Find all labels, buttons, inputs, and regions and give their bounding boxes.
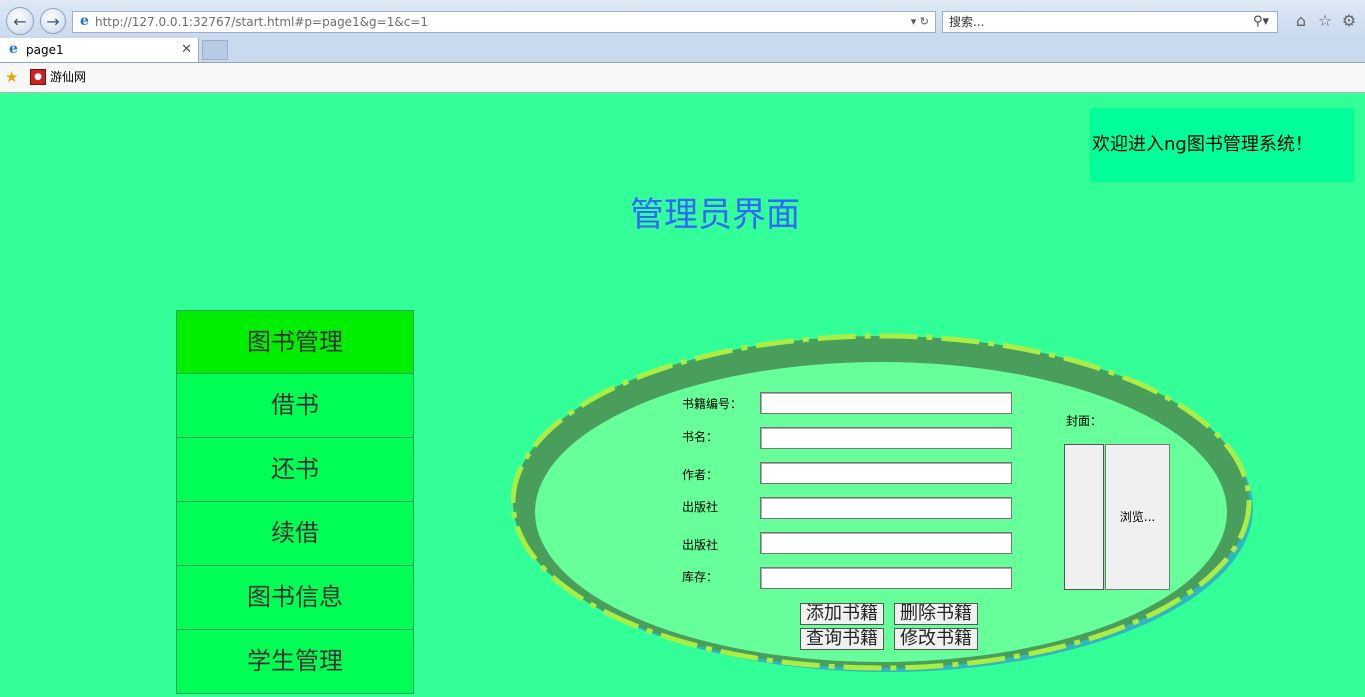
cover-preview <box>1064 444 1104 590</box>
sidebar-item-return[interactable]: 还书 <box>176 438 414 502</box>
arrow-right-icon: → <box>46 11 60 31</box>
sidebar-item-book-info[interactable]: 图书信息 <box>176 566 414 630</box>
search-icon[interactable]: ⚲▾ <box>1253 12 1269 32</box>
home-icon[interactable]: ⌂ <box>1292 12 1310 30</box>
favorites-bar: ★ ● 游仙网 <box>0 63 1365 93</box>
address-bar[interactable]: e http://127.0.0.1:32767/start.html#p=pa… <box>72 11 936 33</box>
ie-page-icon: e <box>80 13 89 29</box>
site-favicon-icon: ● <box>30 69 46 85</box>
favorites-add-icon[interactable]: ★ <box>5 68 18 86</box>
query-book-button[interactable]: 查询书籍 <box>800 628 884 650</box>
back-button[interactable]: ← <box>6 7 34 35</box>
browse-button[interactable]: 浏览... <box>1105 444 1170 590</box>
author-label: 作者： <box>682 468 719 482</box>
page-title: 管理员界面 <box>630 195 800 235</box>
cover-label: 封面： <box>1066 414 1103 428</box>
sidebar-item-borrow[interactable]: 借书 <box>176 374 414 438</box>
book-id-label: 书籍编号： <box>682 397 743 411</box>
stock-input[interactable] <box>760 567 1012 589</box>
welcome-banner: 欢迎进入ng图书管理系统！ <box>1090 108 1354 182</box>
search-placeholder: 搜索... <box>949 15 985 29</box>
publisher-input[interactable] <box>760 497 1012 519</box>
publisher-label-2: 出版社 <box>682 538 719 552</box>
favorites-star-icon[interactable]: ☆ <box>1316 12 1334 30</box>
tab-page1[interactable]: e page1 ✕ <box>0 38 199 62</box>
close-icon[interactable]: ✕ <box>181 38 192 62</box>
publisher-input-2[interactable] <box>760 532 1012 554</box>
publisher-label: 出版社 <box>682 500 719 514</box>
edit-book-button[interactable]: 修改书籍 <box>894 628 978 650</box>
new-tab-button[interactable] <box>202 40 228 60</box>
search-input[interactable]: 搜索... ⚲▾ <box>942 11 1278 33</box>
sidebar-item-book-management[interactable]: 图书管理 <box>176 310 414 374</box>
browser-toolbar: ← → e http://127.0.0.1:32767/start.html#… <box>0 0 1365 38</box>
sidebar-item-student-management[interactable]: 学生管理 <box>176 630 414 694</box>
sidebar-menu: 图书管理 借书 还书 续借 图书信息 学生管理 <box>176 310 414 694</box>
forward-button[interactable]: → <box>40 8 66 34</box>
favorite-link[interactable]: 游仙网 <box>50 69 86 85</box>
gear-icon[interactable]: ⚙ <box>1340 12 1358 30</box>
url-text: http://127.0.0.1:32767/start.html#p=page… <box>95 15 429 29</box>
book-id-input[interactable] <box>760 392 1012 414</box>
refresh-icon[interactable]: ▾ ↻ <box>911 12 929 32</box>
book-name-input[interactable] <box>760 427 1012 449</box>
ie-tab-icon: e <box>9 41 18 57</box>
delete-book-button[interactable]: 删除书籍 <box>894 603 978 625</box>
tab-strip: e page1 ✕ <box>0 38 1365 63</box>
tab-title: page1 <box>26 43 64 57</box>
book-name-label: 书名： <box>682 430 719 444</box>
arrow-left-icon: ← <box>13 11 27 31</box>
sidebar-item-renew[interactable]: 续借 <box>176 502 414 566</box>
author-input[interactable] <box>760 462 1012 484</box>
stock-label: 库存： <box>682 570 719 584</box>
add-book-button[interactable]: 添加书籍 <box>800 603 884 625</box>
